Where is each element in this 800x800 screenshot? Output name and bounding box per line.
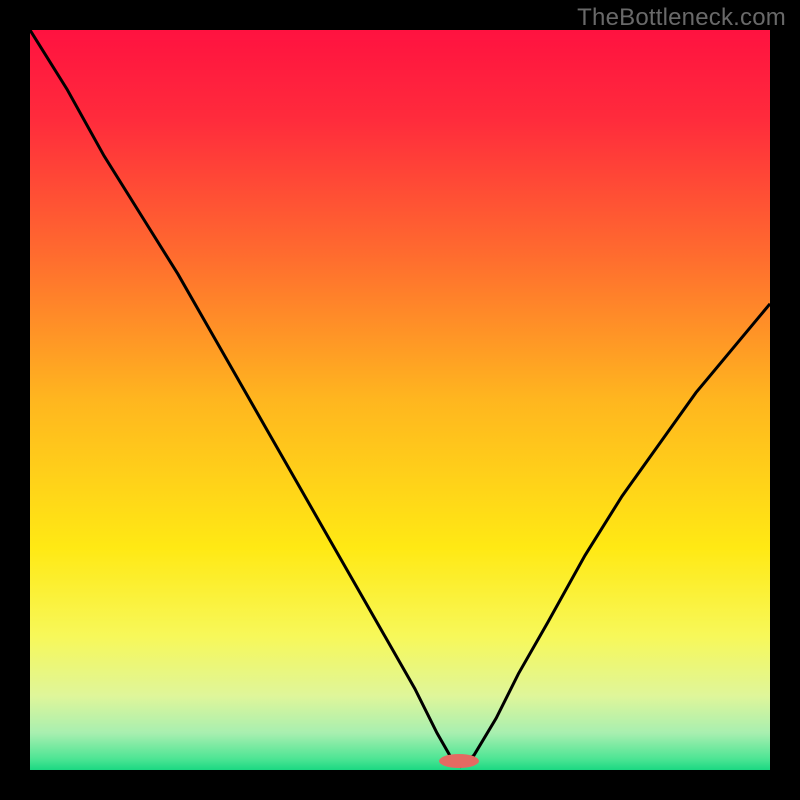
gradient-background: [30, 30, 770, 770]
chart-frame: TheBottleneck.com: [0, 0, 800, 800]
optimal-marker: [439, 754, 479, 768]
watermark-text: TheBottleneck.com: [577, 4, 786, 32]
bottleneck-chart: [30, 30, 770, 770]
